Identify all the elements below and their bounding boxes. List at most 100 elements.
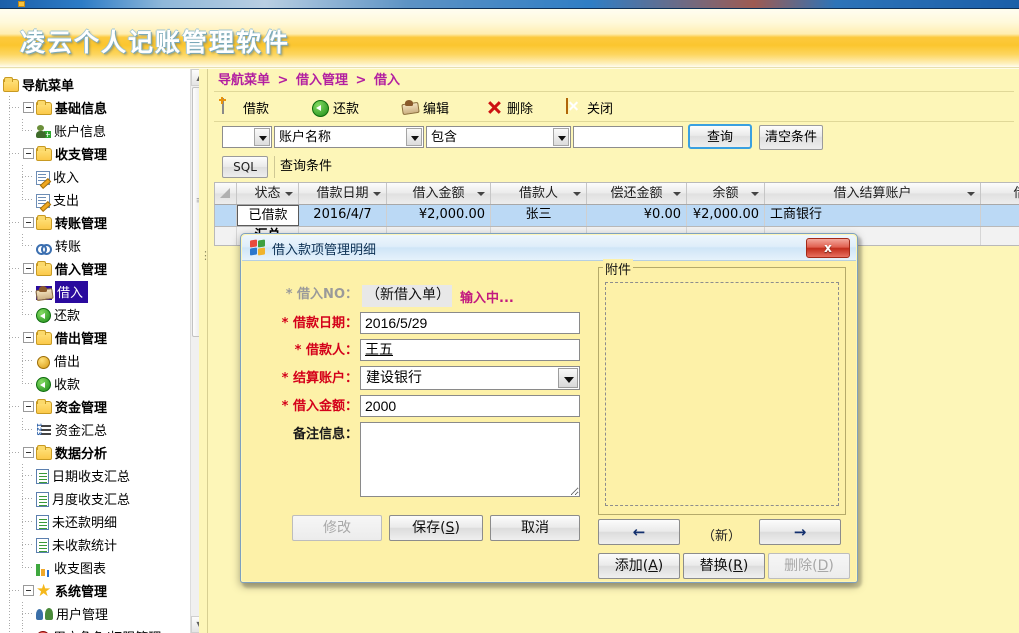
breadcrumb-item-0[interactable]: 导航菜单 xyxy=(218,73,270,88)
toolbar-button-borrow[interactable]: 借款 xyxy=(222,96,269,119)
cell-balance[interactable]: ¥2,000.00 xyxy=(687,205,765,226)
clear-conditions-button[interactable]: 清空条件 xyxy=(759,125,823,150)
sort-arrow-icon[interactable] xyxy=(373,192,381,196)
field-combo[interactable]: 账户名称 xyxy=(274,126,424,148)
nav-group-1[interactable]: 收支管理 xyxy=(3,142,207,165)
expander-icon[interactable] xyxy=(23,102,34,113)
cell-amount[interactable]: ¥2,000.00 xyxy=(387,205,491,226)
cell-settle-account[interactable]: 工商银行 xyxy=(765,205,981,226)
sort-arrow-icon[interactable] xyxy=(751,192,759,196)
nav-group-5[interactable]: 资金管理 xyxy=(3,395,207,418)
cancel-button[interactable]: 取消 xyxy=(490,515,580,541)
sidebar-item-transfer[interactable]: 转账 xyxy=(3,234,207,257)
sidebar-item-chart[interactable]: 收支图表 xyxy=(3,556,207,579)
chevron-down-icon[interactable] xyxy=(406,128,422,146)
delete-button[interactable]: 删除(D) xyxy=(768,553,850,579)
next-record-button[interactable]: → xyxy=(759,519,841,545)
settle-account-combo[interactable]: 建设银行 xyxy=(360,366,580,390)
nav-group-4[interactable]: 借出管理 xyxy=(3,326,207,349)
search-button[interactable]: 查询 xyxy=(688,124,752,149)
nav-group-0[interactable]: 基础信息 xyxy=(3,96,207,119)
toolbar-button-delete[interactable]: 删除 xyxy=(486,96,533,119)
sort-arrow-icon[interactable] xyxy=(673,192,681,196)
cell-remark[interactable] xyxy=(981,205,1019,226)
sidebar-item-unpaid-detail[interactable]: 未还款明细 xyxy=(3,510,207,533)
chevron-down-icon[interactable] xyxy=(558,368,578,388)
logic-combo[interactable] xyxy=(222,126,272,148)
expander-icon[interactable] xyxy=(23,332,34,343)
cell-repaid[interactable]: ¥0.00 xyxy=(587,205,687,226)
toolbar-button-close[interactable]: 关闭 xyxy=(566,96,613,119)
borrow-amount-input[interactable] xyxy=(360,395,580,417)
expander-icon[interactable] xyxy=(23,148,34,159)
replace-button[interactable]: 替换(R) xyxy=(683,553,765,579)
cell-status[interactable]: 已借款 xyxy=(237,205,299,226)
sidebar-item-fund-summary[interactable]: 资金汇总 xyxy=(3,418,207,441)
close-icon[interactable]: x xyxy=(806,238,850,258)
chevron-down-icon[interactable] xyxy=(254,128,270,146)
grid-header-repaid[interactable]: 偿还金额 xyxy=(587,183,687,204)
tree-line xyxy=(16,487,36,510)
dialog-title-bar[interactable]: 借入款项管理明细 x xyxy=(242,235,856,261)
nav-group-6[interactable]: 数据分析 xyxy=(3,441,207,464)
toolbar-button-repay[interactable]: 还款 xyxy=(312,96,359,119)
nav-group-7[interactable]: ★ 系统管理 xyxy=(3,579,207,602)
remark-textarea[interactable] xyxy=(360,422,580,497)
nav-group-2[interactable]: 转账管理 xyxy=(3,211,207,234)
expander-icon[interactable] xyxy=(23,263,34,274)
grid-header-borrower[interactable]: 借款人 xyxy=(491,183,587,204)
sidebar-item-uncollected-stats[interactable]: 未收款统计 xyxy=(3,533,207,556)
add-button[interactable]: 添加(A) xyxy=(598,553,680,579)
search-input[interactable] xyxy=(573,126,683,148)
sql-condition-text[interactable]: 查询条件 xyxy=(274,156,1014,178)
cell-borrower[interactable]: 张三 xyxy=(491,205,587,226)
tree-line xyxy=(3,119,16,142)
panel-splitter[interactable] xyxy=(199,69,211,633)
expander-icon[interactable] xyxy=(23,585,34,596)
grid-select-all-corner[interactable] xyxy=(215,183,237,204)
grid-header-date[interactable]: 借款日期 xyxy=(299,183,387,204)
prev-record-button[interactable]: ← xyxy=(598,519,680,545)
grid-header-status[interactable]: 状态 xyxy=(237,183,299,204)
grid-header-remark[interactable]: 借款备注 xyxy=(981,183,1019,204)
row-selector[interactable] xyxy=(215,205,237,226)
nav-root[interactable]: 导航菜单 xyxy=(3,73,207,96)
grid-header-settle-account[interactable]: 借入结算账户 xyxy=(765,183,981,204)
sidebar-item-borrow-in[interactable]: 借入 xyxy=(3,280,207,303)
attachment-dropzone[interactable] xyxy=(605,282,839,506)
grid-header-amount[interactable]: 借入金额 xyxy=(387,183,491,204)
sidebar-item-income[interactable]: 收入 xyxy=(3,165,207,188)
sidebar-item-account-info[interactable]: + 账户信息 xyxy=(3,119,207,142)
sort-arrow-icon[interactable] xyxy=(573,192,581,196)
save-button[interactable]: 保存(S) xyxy=(389,515,483,541)
breadcrumb-item-2[interactable]: 借入 xyxy=(374,73,400,88)
expander-icon[interactable] xyxy=(23,401,34,412)
chevron-down-icon[interactable] xyxy=(553,128,569,146)
sql-button[interactable]: SQL xyxy=(222,156,268,178)
breadcrumb-item-1[interactable]: 借入管理 xyxy=(296,73,348,88)
sidebar-item-daily-summary[interactable]: 日期收支汇总 xyxy=(3,464,207,487)
sidebar-item-role-permission[interactable]: 用户角色/权限管理 xyxy=(3,625,207,633)
navigation-sidebar[interactable]: 导航菜单 基础信息 + 账户信息 收支管理 收入 支出 转账管理 转账 借入管理… xyxy=(0,69,207,633)
nav-group-3[interactable]: 借入管理 xyxy=(3,257,207,280)
borrow-date-input[interactable] xyxy=(360,312,580,334)
sidebar-item-repayment[interactable]: 还款 xyxy=(3,303,207,326)
sidebar-item-user-management[interactable]: 用户管理 xyxy=(3,602,207,625)
sort-arrow-icon[interactable] xyxy=(285,192,293,196)
expander-icon[interactable] xyxy=(23,217,34,228)
table-row[interactable]: 已借款 2016/4/7 ¥2,000.00 张三 ¥0.00 ¥2,000.0… xyxy=(214,205,1019,227)
sidebar-item-expense[interactable]: 支出 xyxy=(3,188,207,211)
nav-label: 还款 xyxy=(54,309,81,324)
sidebar-item-monthly-summary[interactable]: 月度收支汇总 xyxy=(3,487,207,510)
operator-combo[interactable]: 包含 xyxy=(426,126,571,148)
expander-icon[interactable] xyxy=(23,447,34,458)
grid-header-balance[interactable]: 余额 xyxy=(687,183,765,204)
sort-arrow-icon[interactable] xyxy=(477,192,485,196)
toolbar-button-edit[interactable]: 编辑 xyxy=(402,96,449,119)
sort-arrow-icon[interactable] xyxy=(967,192,975,196)
borrower-input[interactable]: 王五 xyxy=(360,339,580,361)
sidebar-item-collect[interactable]: 收款 xyxy=(3,372,207,395)
sidebar-item-lend-out[interactable]: 借出 xyxy=(3,349,207,372)
modify-button[interactable]: 修改 xyxy=(292,515,382,541)
cell-date[interactable]: 2016/4/7 xyxy=(299,205,387,226)
